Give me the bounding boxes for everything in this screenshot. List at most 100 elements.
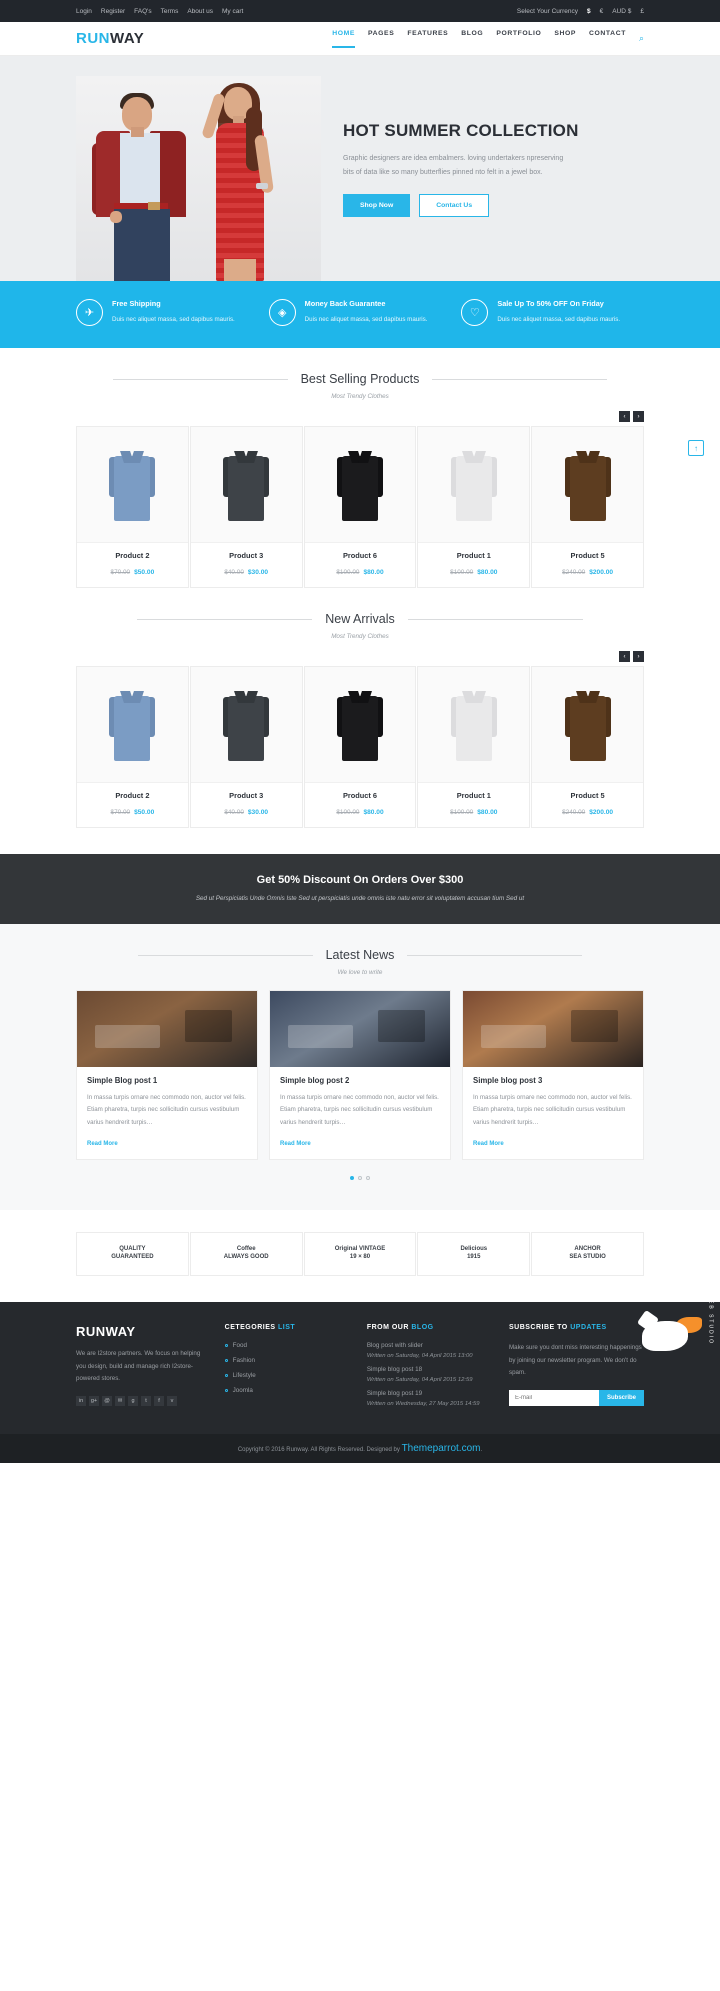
product-image: [304, 427, 416, 542]
carousel-dot-3[interactable]: [366, 1176, 370, 1181]
blog-card[interactable]: Simple blog post 3 In massa turpis ornar…: [462, 990, 644, 1161]
nav-item-home[interactable]: HOME: [332, 30, 356, 48]
product-new-price: $200.00: [589, 809, 614, 816]
footer-category-item[interactable]: Food: [224, 1342, 354, 1349]
product-card[interactable]: Product 1 $100.00 $80.00: [417, 666, 531, 828]
product-card[interactable]: Product 1 $100.00 $80.00: [417, 426, 531, 588]
subscribe-head-accent: UPDATES: [570, 1324, 607, 1332]
footer-blog-heading: FROM OUR BLOG: [367, 1324, 496, 1331]
social-icon-1[interactable]: g+: [89, 1396, 99, 1407]
nav-item-shop[interactable]: SHOP: [554, 30, 576, 48]
social-icon-0[interactable]: in: [76, 1396, 86, 1407]
footer-blog-post[interactable]: Simple blog post 18 Written on Saturday, …: [367, 1366, 496, 1383]
product-name: Product 6: [342, 791, 378, 800]
social-icon-7[interactable]: v: [167, 1396, 177, 1407]
footer-category-item[interactable]: Fashion: [224, 1357, 354, 1364]
footer-blog-post[interactable]: Blog post with slider Written on Saturday…: [367, 1342, 496, 1359]
blog-card[interactable]: Simple Blog post 1 In massa turpis ornar…: [76, 990, 258, 1161]
email-input[interactable]: [508, 1390, 599, 1407]
carousel-dot-2[interactable]: [358, 1176, 362, 1181]
footer-blog-post[interactable]: Simple blog post 19 Written on Wednesday,…: [367, 1390, 496, 1407]
hero-paragraph: Graphic designers are idea embalmers. lo…: [343, 154, 564, 176]
discount-text: Sed ut Perspiciatis Unde Omnis Iste Sed …: [195, 895, 525, 902]
site-header: RUNWAY HOME PAGES FEATURES BLOG PORTFOLI…: [0, 22, 720, 56]
category-label: Lifestyle: [232, 1372, 256, 1380]
categories-head-main: CETEGORIES: [224, 1324, 276, 1332]
site-logo[interactable]: RUNWAY: [76, 31, 144, 46]
footer-category-item[interactable]: Joomla: [224, 1387, 354, 1394]
product-card[interactable]: Product 5 $240.00 $200.00: [531, 426, 644, 588]
scroll-to-top-button[interactable]: ↑: [688, 440, 704, 456]
footer-categories-column: CETEGORIES LIST Food Fashion Lifestyle Joom…: [224, 1324, 354, 1414]
brand-label: ANCHOR SEA STUDIO: [569, 1246, 606, 1261]
footer-category-item[interactable]: Lifestyle: [224, 1372, 354, 1380]
product-card[interactable]: Product 6 $100.00 $80.00: [303, 666, 417, 828]
best-selling-title: Best Selling Products: [300, 372, 420, 386]
product-card[interactable]: Product 6 $100.00 $80.00: [303, 426, 417, 588]
product-old-price: $70.00: [110, 569, 131, 576]
social-icon-6[interactable]: f: [154, 1396, 164, 1407]
nav-item-contact[interactable]: CONTACT: [589, 30, 626, 48]
blog-card[interactable]: Simple blog post 2 In massa turpis ornar…: [269, 990, 451, 1161]
carousel-next-button-new[interactable]: ›: [633, 651, 644, 662]
product-card[interactable]: Product 3 $40.00 $30.00: [189, 426, 303, 588]
feature-money-back: ◈ Money Back Guarantee Duis nec aliquet …: [268, 299, 452, 326]
product-card[interactable]: Product 2 $70.00 $50.00: [76, 426, 189, 588]
nav-item-portfolio[interactable]: PORTFOLIO: [496, 30, 541, 48]
topbar-link-cart[interactable]: My cart: [222, 8, 243, 15]
blog-thumbnail: [77, 991, 257, 1067]
product-image: [77, 667, 188, 782]
carousel-prev-button-best[interactable]: ‹: [619, 411, 630, 422]
blog-excerpt: In massa turpis ornare nec commodo non, …: [87, 1094, 246, 1126]
product-image: [418, 667, 530, 782]
footer-blog-column: FROM OUR BLOG Blog post with slider Writt…: [367, 1324, 496, 1414]
product-new-price: $50.00: [134, 569, 155, 576]
nav-item-pages[interactable]: PAGES: [368, 30, 394, 48]
best-selling-carousel-controls: ‹ ›: [76, 411, 644, 422]
social-icon-2[interactable]: @: [102, 1396, 112, 1407]
read-more-link[interactable]: Read More: [280, 1141, 311, 1147]
topbar-link-about[interactable]: About us: [187, 8, 213, 15]
social-icon-4[interactable]: g: [128, 1396, 138, 1407]
footer-post-date: Written on Saturday, 04 April 2015 13:00: [366, 1353, 473, 1360]
contact-us-button[interactable]: Contact Us: [419, 193, 490, 217]
nav-item-features[interactable]: FEATURES: [407, 30, 448, 48]
footer-about-column: RUNWAY We are I2store partners. We focus…: [76, 1324, 212, 1414]
top-bar: Login Register FAQ's Terms About us My c…: [0, 0, 720, 22]
read-more-link[interactable]: Read More: [87, 1141, 118, 1147]
search-icon[interactable]: ⌕: [639, 34, 644, 43]
product-card[interactable]: Product 5 $240.00 $200.00: [531, 666, 644, 828]
read-more-link[interactable]: Read More: [473, 1141, 504, 1147]
social-icon-5[interactable]: t: [141, 1396, 151, 1407]
topbar-link-login[interactable]: Login: [76, 8, 92, 15]
carousel-next-button-best[interactable]: ›: [633, 411, 644, 422]
product-old-price: $100.00: [450, 809, 474, 816]
blog-head-main: FROM OUR: [366, 1324, 409, 1332]
main-navigation: HOME PAGES FEATURES BLOG PORTFOLIO SHOP …: [332, 30, 644, 48]
currency-option-aud[interactable]: AUD $: [612, 8, 631, 15]
subscribe-button[interactable]: Subscribe: [598, 1390, 644, 1407]
nav-item-blog[interactable]: BLOG: [461, 30, 483, 48]
copyright-link[interactable]: Themeparrot.com: [402, 1443, 481, 1454]
plane-icon: ✈: [76, 299, 103, 326]
product-old-price: $240.00: [562, 809, 586, 816]
best-selling-product-grid: Product 2 $70.00 $50.00 Product 3 $40.00 $30.…: [76, 426, 644, 588]
topbar-link-register[interactable]: Register: [101, 8, 125, 15]
brand-logos-strip: QUALITY GUARANTEED Coffee ALWAYS GOOD Origin…: [0, 1210, 720, 1302]
shop-now-button[interactable]: Shop Now: [343, 193, 411, 217]
feature-title-shipping: Free Shipping: [112, 299, 161, 308]
product-card[interactable]: Product 3 $40.00 $30.00: [189, 666, 303, 828]
brand-label: Original VINTAGE 19 × 80: [334, 1246, 386, 1261]
product-card[interactable]: Product 2 $70.00 $50.00: [76, 666, 189, 828]
currency-option-eur[interactable]: €: [600, 8, 604, 15]
product-image: [190, 427, 302, 542]
copyright-end: .: [480, 1447, 483, 1454]
topbar-link-terms[interactable]: Terms: [161, 8, 179, 15]
currency-option-usd[interactable]: $: [587, 8, 591, 15]
carousel-prev-button-new[interactable]: ‹: [619, 651, 630, 662]
carousel-dot-1[interactable]: [350, 1176, 354, 1181]
currency-option-gbp[interactable]: £: [640, 8, 644, 15]
social-icon-3[interactable]: ✉: [115, 1396, 125, 1407]
copyright-bar: Copyright © 2016 Runway. All Rights Rese…: [0, 1434, 720, 1464]
topbar-link-faqs[interactable]: FAQ's: [134, 8, 152, 15]
